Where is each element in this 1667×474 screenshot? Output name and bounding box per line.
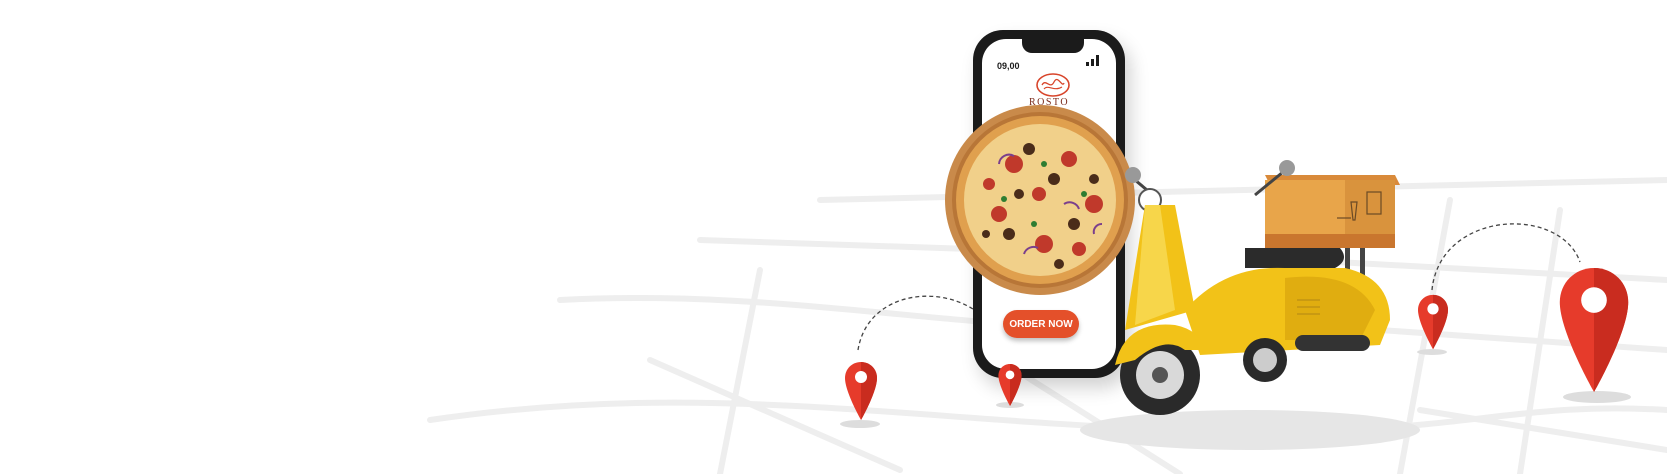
delivery-scooter-image <box>1115 160 1400 415</box>
location-pin-icon <box>1418 294 1448 350</box>
ground-shadows <box>840 349 1631 450</box>
location-pin-icon <box>845 362 877 420</box>
delivery-banner: 09,00 ROSTO pizza & pasta <box>0 0 1667 474</box>
location-pin-icon <box>1559 268 1629 392</box>
signal-icon <box>1086 55 1099 66</box>
phone-notch <box>1022 39 1084 53</box>
location-pin-icon <box>998 364 1022 406</box>
order-now-button[interactable]: ORDER NOW <box>1003 310 1079 338</box>
phone-clock: 09,00 <box>997 61 1020 71</box>
